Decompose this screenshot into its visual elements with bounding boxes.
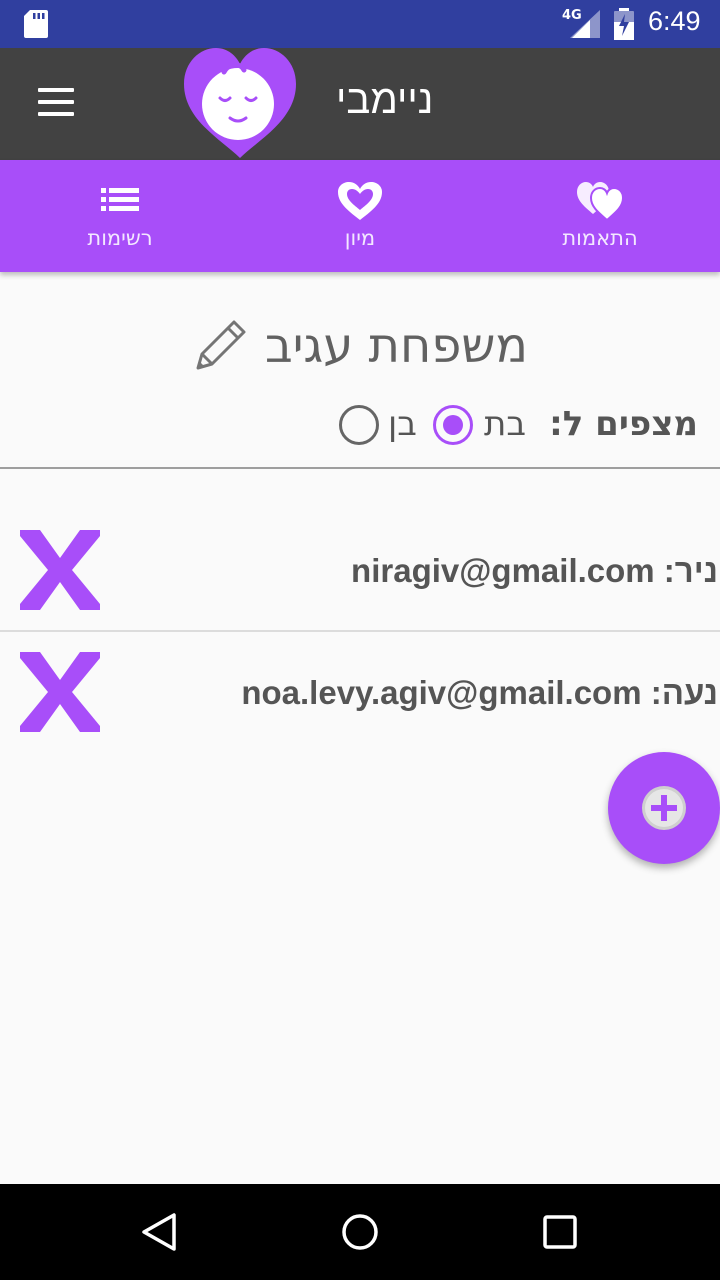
list-item: נעה: noa.levy.agiv@gmail.com [0, 632, 720, 752]
tab-sort[interactable]: מיון [240, 160, 480, 272]
list-icon [101, 188, 139, 211]
add-member-button[interactable] [608, 752, 720, 864]
list-item: ניר: niragiv@gmail.com [0, 510, 720, 630]
family-title: משפחת עגיב [264, 318, 528, 374]
menu-icon-line [38, 100, 74, 104]
status-bar: 4G 6:49 [0, 0, 720, 48]
back-icon[interactable] [140, 1212, 180, 1252]
remove-x-icon[interactable] [20, 530, 100, 610]
recents-icon[interactable] [540, 1212, 580, 1252]
member-email: נעה: noa.levy.agiv@gmail.com [241, 674, 718, 711]
option-boy-label[interactable]: בן [388, 404, 417, 444]
radio-girl[interactable] [433, 405, 473, 445]
member-email: ניר: niragiv@gmail.com [351, 552, 718, 589]
heart-outline-icon [338, 182, 382, 220]
app-bar: ניימבי [0, 48, 720, 160]
two-hearts-icon [577, 182, 625, 222]
tab-lists[interactable]: רשימות [0, 160, 240, 272]
menu-button[interactable] [28, 82, 84, 126]
home-icon[interactable] [340, 1212, 380, 1252]
system-nav-bar [0, 1184, 720, 1280]
tab-label: רשימות [87, 226, 153, 250]
plus-icon [642, 786, 686, 830]
tab-label: התאמות [562, 226, 638, 250]
tab-matches[interactable]: התאמות [480, 160, 720, 272]
expecting-label: מצפים ל: [549, 404, 698, 444]
menu-icon-line [38, 88, 74, 92]
tab-bar: התאמות מיון רשימות [0, 160, 720, 272]
sd-card-icon [24, 10, 48, 38]
option-girl-label[interactable]: בת [484, 404, 526, 444]
app-title: ניימבי [336, 78, 434, 122]
app-logo-icon [184, 48, 296, 158]
divider [0, 467, 720, 469]
tab-label: מיון [344, 226, 376, 250]
battery-icon [614, 8, 634, 40]
radio-boy[interactable] [339, 405, 379, 445]
menu-icon-line [38, 112, 74, 116]
clock: 6:49 [648, 6, 701, 36]
edit-pencil-icon[interactable] [192, 316, 250, 374]
signal-icon [570, 10, 600, 38]
remove-x-icon[interactable] [20, 652, 100, 732]
